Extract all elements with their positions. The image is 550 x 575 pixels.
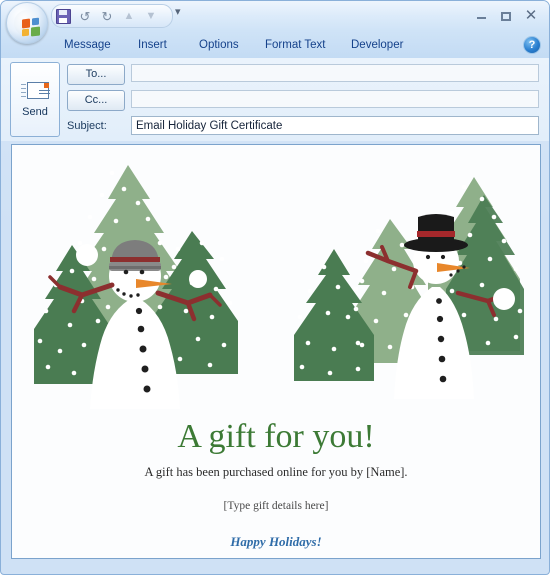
holiday-snowmen-illustration (34, 165, 524, 409)
certificate-closing: Happy Holidays! (230, 533, 322, 549)
maximize-icon (501, 12, 511, 21)
ribbon-tab-strip: Message Insert Options Format Text Devel… (1, 31, 549, 59)
gift-details-placeholder[interactable]: [Type gift details here] (12, 500, 540, 512)
minimize-icon (476, 17, 486, 19)
down-arrow-icon: ▼ (145, 9, 157, 22)
gift-certificate-content: A gift for you! A gift has been purchase… (12, 419, 540, 550)
subject-input[interactable]: Email Holiday Gift Certificate (131, 116, 539, 135)
close-icon: ✕ (524, 7, 538, 24)
tab-insert[interactable]: Insert (130, 36, 175, 54)
message-body[interactable]: A gift for you! A gift has been purchase… (11, 144, 541, 559)
send-button[interactable]: Send (10, 62, 60, 137)
save-button[interactable] (52, 6, 74, 26)
save-icon (55, 8, 71, 24)
up-arrow-icon: ▲ (123, 9, 135, 22)
send-envelope-icon (21, 81, 50, 101)
cc-button[interactable]: Cc... (67, 90, 125, 111)
redo-button[interactable]: ↻ (96, 6, 118, 26)
right-winter-scene (294, 177, 524, 399)
office-button[interactable] (6, 2, 48, 44)
outlook-compose-window: ↺ ↻ ▲ ▼ ▾ ✕ Message Insert Options Forma… (0, 0, 550, 575)
subject-label: Subject: (67, 120, 107, 132)
next-item-button[interactable]: ▼ (140, 6, 162, 26)
office-logo-icon (14, 10, 40, 37)
left-winter-scene (34, 165, 238, 409)
close-button[interactable]: ✕ (523, 7, 539, 24)
title-bar: ↺ ↻ ▲ ▼ ▾ ✕ (1, 1, 549, 44)
compose-header: Send To... Cc... Subject: Email Holiday … (1, 58, 549, 141)
tab-message[interactable]: Message (56, 36, 119, 54)
cc-input[interactable] (131, 90, 539, 108)
minimize-button[interactable] (473, 9, 489, 23)
quick-access-toolbar: ↺ ↻ ▲ ▼ (51, 4, 173, 28)
undo-button[interactable]: ↺ (74, 6, 96, 26)
previous-item-button[interactable]: ▲ (118, 6, 140, 26)
send-button-label: Send (22, 105, 48, 118)
help-icon[interactable]: ? (523, 36, 541, 54)
redo-icon: ↻ (101, 8, 113, 24)
quick-access-dropdown-icon[interactable]: ▾ (175, 7, 181, 18)
to-input[interactable] (131, 64, 539, 82)
maximize-button[interactable] (498, 9, 514, 23)
to-button[interactable]: To... (67, 64, 125, 85)
certificate-subtitle: A gift has been purchased online for you… (144, 464, 408, 479)
tab-options[interactable]: Options (191, 36, 247, 54)
tab-developer[interactable]: Developer (343, 36, 411, 54)
tab-format-text[interactable]: Format Text (257, 36, 334, 54)
undo-icon: ↺ (79, 8, 91, 24)
certificate-title: A gift for you! (177, 418, 375, 455)
